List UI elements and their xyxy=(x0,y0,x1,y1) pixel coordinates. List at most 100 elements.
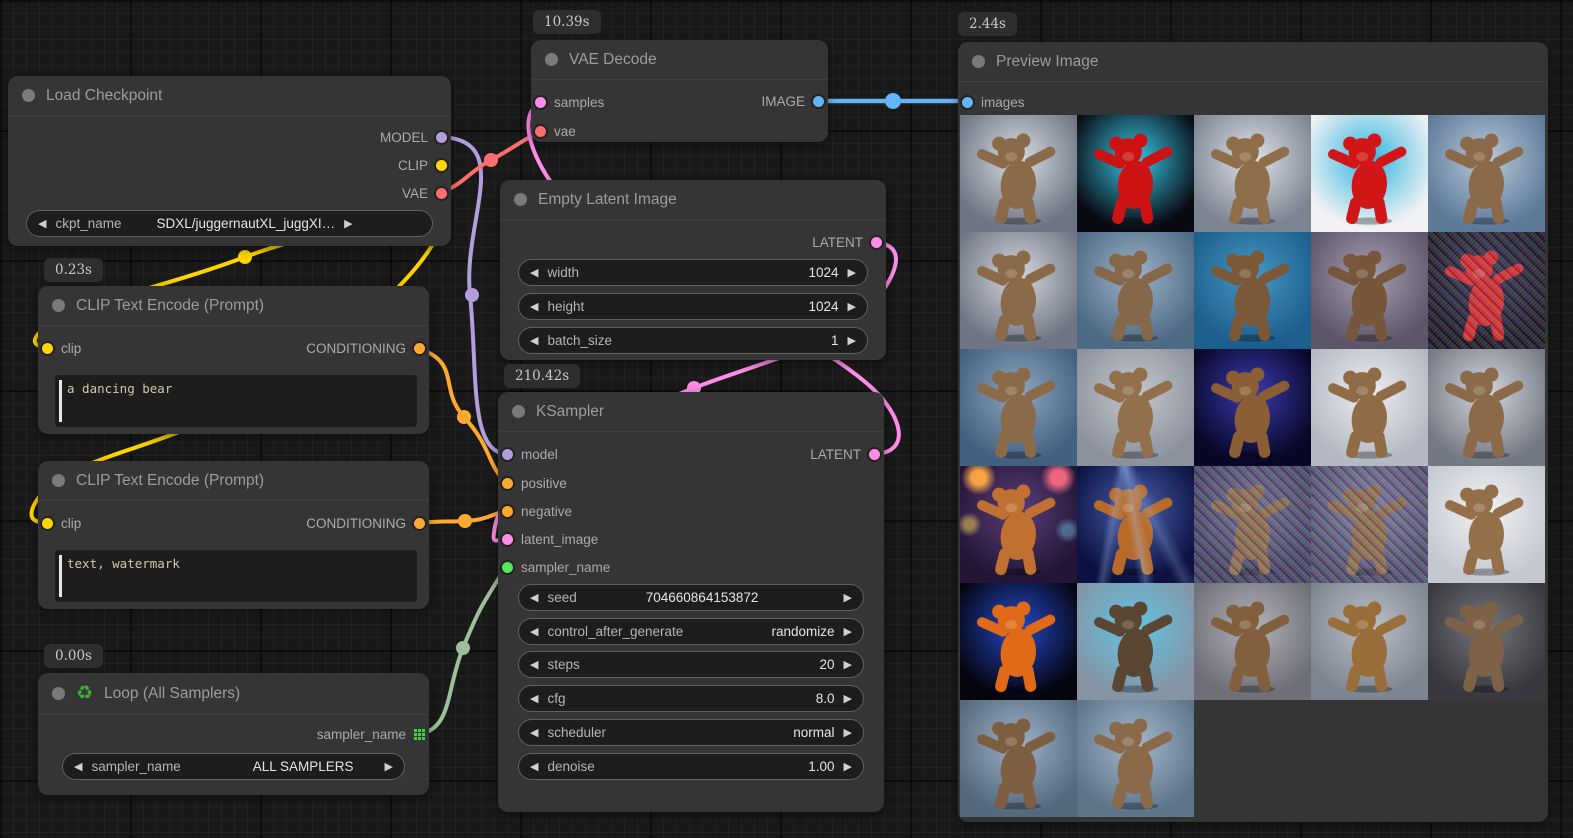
next-arrow-icon[interactable]: ▶ xyxy=(848,266,856,279)
preview-image-cell[interactable] xyxy=(1077,349,1194,466)
collapse-dot-icon[interactable] xyxy=(514,193,527,206)
preview-image-cell[interactable] xyxy=(960,700,1077,817)
preview-image-cell[interactable] xyxy=(960,115,1077,232)
input-slot-images[interactable]: images xyxy=(962,92,1025,112)
prompt-text-input[interactable]: text, watermark xyxy=(55,550,417,602)
input-slot-latent-image[interactable]: latent_image xyxy=(502,529,598,549)
next-arrow-icon[interactable]: ▶ xyxy=(844,726,852,739)
denoise-widget[interactable]: ◀denoise1.00▶ xyxy=(518,753,864,780)
batch-size-widget[interactable]: ◀batch_size1▶ xyxy=(518,327,868,354)
preview-image-cell[interactable] xyxy=(1194,583,1311,700)
conditioning-slot-icon[interactable] xyxy=(502,506,513,517)
preview-image-cell[interactable] xyxy=(1428,466,1545,583)
preview-image-cell[interactable] xyxy=(1077,115,1194,232)
input-slot-vae[interactable]: vae xyxy=(535,121,576,141)
preview-image-cell[interactable] xyxy=(1077,700,1194,817)
preview-image-cell[interactable] xyxy=(960,349,1077,466)
preview-image-cell[interactable] xyxy=(1311,115,1428,232)
next-arrow-icon[interactable]: ▶ xyxy=(848,300,856,313)
prev-arrow-icon[interactable]: ◀ xyxy=(74,760,82,773)
latent-slot-icon[interactable] xyxy=(871,237,882,248)
model-slot-icon[interactable] xyxy=(436,132,447,143)
input-slot-clip[interactable]: clip xyxy=(42,513,81,533)
prev-arrow-icon[interactable]: ◀ xyxy=(530,591,538,604)
conditioning-slot-icon[interactable] xyxy=(502,478,513,489)
latent-slot-icon[interactable] xyxy=(869,449,880,460)
prompt-text-input[interactable]: a dancing bear xyxy=(55,375,417,427)
input-slot-sampler-name[interactable]: sampler_name xyxy=(502,557,610,577)
preview-image-cell[interactable] xyxy=(1194,232,1311,349)
next-arrow-icon[interactable]: ▶ xyxy=(844,692,852,705)
collapse-dot-icon[interactable] xyxy=(972,55,985,68)
next-arrow-icon[interactable]: ▶ xyxy=(844,760,852,773)
prev-arrow-icon[interactable]: ◀ xyxy=(530,300,538,313)
node-ksampler[interactable]: KSampler model positive negative latent_… xyxy=(498,392,884,812)
input-slot-samples[interactable]: samples xyxy=(535,92,604,112)
output-slot-image[interactable]: IMAGE xyxy=(761,91,824,111)
output-slot-sampler-name[interactable]: sampler_name xyxy=(317,724,425,744)
prev-arrow-icon[interactable]: ◀ xyxy=(530,692,538,705)
next-arrow-icon[interactable]: ▶ xyxy=(344,217,352,230)
sampler-name-widget[interactable]: ◀sampler_nameALL SAMPLERS▶ xyxy=(62,753,405,780)
preview-image-cell[interactable] xyxy=(1194,349,1311,466)
preview-image-cell[interactable] xyxy=(1311,583,1428,700)
latent-slot-icon[interactable] xyxy=(535,97,546,108)
preview-image-cell[interactable] xyxy=(960,466,1077,583)
preview-image-cell[interactable] xyxy=(1428,115,1545,232)
preview-image-cell[interactable] xyxy=(1428,349,1545,466)
wire-clip-positive-midpoint-dot[interactable] xyxy=(238,250,252,264)
output-slot-conditioning[interactable]: CONDITIONING xyxy=(306,513,425,533)
input-slot-clip[interactable]: clip xyxy=(42,338,81,358)
image-slot-icon[interactable] xyxy=(962,97,973,108)
next-arrow-icon[interactable]: ▶ xyxy=(844,658,852,671)
preview-image-cell[interactable] xyxy=(1428,232,1545,349)
input-slot-model[interactable]: model xyxy=(502,444,558,464)
node-preview-image[interactable]: Preview Image images xyxy=(958,42,1548,822)
clip-slot-icon[interactable] xyxy=(42,343,53,354)
collapse-dot-icon[interactable] xyxy=(512,405,525,418)
latent-slot-icon[interactable] xyxy=(502,534,513,545)
prev-arrow-icon[interactable]: ◀ xyxy=(530,760,538,773)
next-arrow-icon[interactable]: ▶ xyxy=(848,334,856,347)
preview-image-cell[interactable] xyxy=(960,232,1077,349)
wire-cond-negative-midpoint-dot[interactable] xyxy=(458,514,472,528)
node-clip-text-encode-negative[interactable]: CLIP Text Encode (Prompt) clip CONDITION… xyxy=(38,461,429,609)
prev-arrow-icon[interactable]: ◀ xyxy=(530,658,538,671)
wire-vae-midpoint-dot[interactable] xyxy=(484,153,498,167)
vae-slot-icon[interactable] xyxy=(535,126,546,137)
prev-arrow-icon[interactable]: ◀ xyxy=(530,625,538,638)
collapse-dot-icon[interactable] xyxy=(52,299,65,312)
output-slot-model[interactable]: MODEL xyxy=(380,127,447,147)
wire-cond-positive-midpoint-dot[interactable] xyxy=(457,410,471,424)
wire-model-midpoint-dot[interactable] xyxy=(465,288,479,302)
prev-arrow-icon[interactable]: ◀ xyxy=(530,266,538,279)
next-arrow-icon[interactable]: ▶ xyxy=(385,760,393,773)
output-slot-conditioning[interactable]: CONDITIONING xyxy=(306,338,425,358)
vae-slot-icon[interactable] xyxy=(436,188,447,199)
preview-image-cell[interactable] xyxy=(1311,466,1428,583)
node-loop-all-samplers[interactable]: ♻Loop (All Samplers) sampler_name ◀sampl… xyxy=(38,673,429,795)
clip-slot-icon[interactable] xyxy=(42,518,53,529)
node-vae-decode[interactable]: VAE Decode samples vae IMAGE xyxy=(531,40,828,142)
input-slot-negative[interactable]: negative xyxy=(502,501,572,521)
wire-image-midpoint-dot[interactable] xyxy=(885,93,901,109)
seed-widget[interactable]: ◀seed704660864153872▶ xyxy=(518,584,864,611)
output-slot-latent[interactable]: LATENT xyxy=(810,444,880,464)
preview-image-cell[interactable] xyxy=(1428,583,1545,700)
width-widget[interactable]: ◀width1024▶ xyxy=(518,259,868,286)
preview-image-cell[interactable] xyxy=(1077,466,1194,583)
wire-sampler-name-midpoint-dot[interactable] xyxy=(456,641,470,655)
preview-image-cell[interactable] xyxy=(1194,466,1311,583)
next-arrow-icon[interactable]: ▶ xyxy=(844,625,852,638)
ckpt-name-widget[interactable]: ◀ ckpt_name SDXL/juggernautXL_juggXI… ▶ xyxy=(26,210,433,237)
prev-arrow-icon[interactable]: ◀ xyxy=(530,334,538,347)
list-output-grid-icon[interactable] xyxy=(414,729,425,740)
output-slot-latent[interactable]: LATENT xyxy=(812,232,882,252)
input-slot-positive[interactable]: positive xyxy=(502,473,567,493)
control-after-generate-widget[interactable]: ◀control_after_generaterandomize▶ xyxy=(518,618,864,645)
prev-arrow-icon[interactable]: ◀ xyxy=(530,726,538,739)
scheduler-widget[interactable]: ◀schedulernormal▶ xyxy=(518,719,864,746)
next-arrow-icon[interactable]: ▶ xyxy=(844,591,852,604)
preview-image-cell[interactable] xyxy=(1077,232,1194,349)
model-slot-icon[interactable] xyxy=(502,449,513,460)
